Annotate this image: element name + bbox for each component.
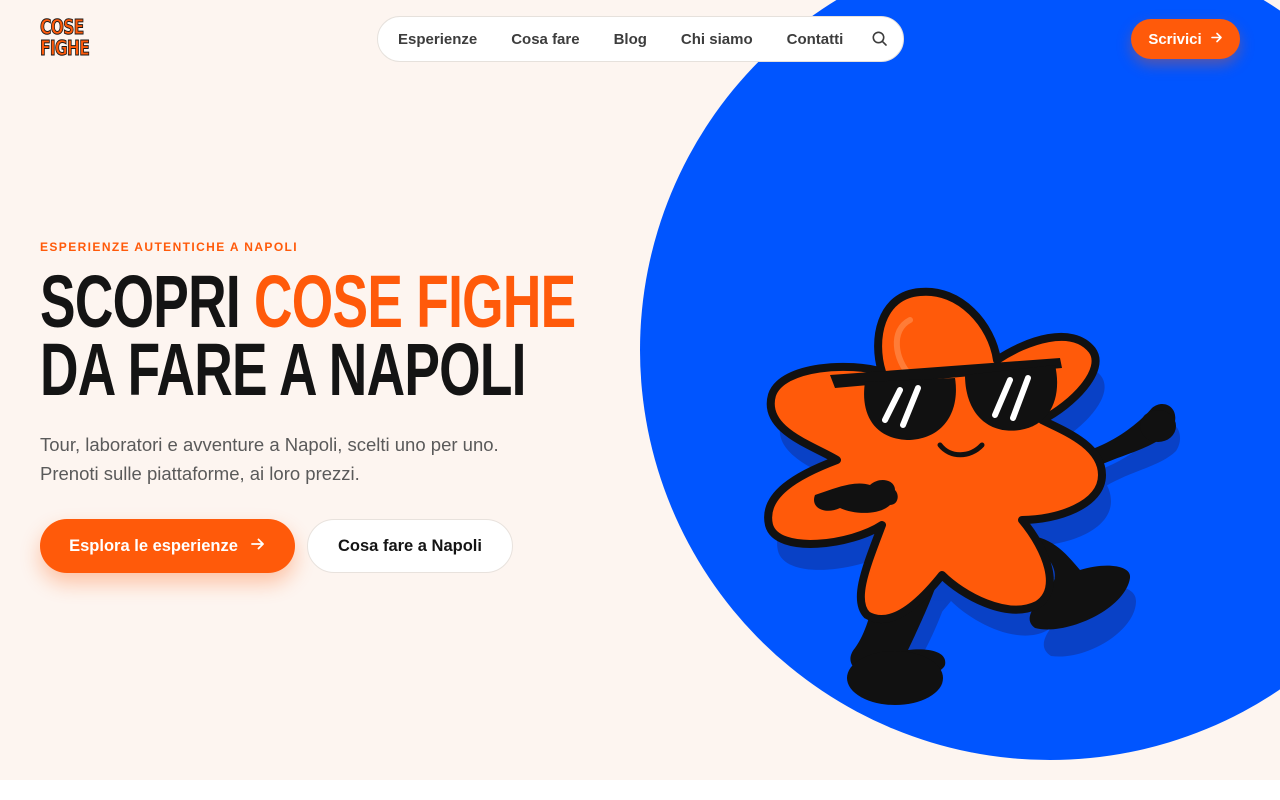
main-nav: Esperienze Cosa fare Blog Chi siamo Cont…: [377, 16, 904, 62]
arrow-right-icon: [250, 536, 266, 557]
explore-experiences-label: Esplora le esperienze: [69, 536, 238, 555]
nav-link-contatti[interactable]: Contatti: [787, 31, 844, 48]
logo-line-1: COSE: [40, 15, 85, 39]
search-icon[interactable]: [871, 30, 889, 48]
nav-link-chi-siamo[interactable]: Chi siamo: [681, 31, 753, 48]
hero-section: COSE FIGHE Esperienze Cosa fare Blog Chi…: [0, 0, 1280, 780]
arrow-right-icon: [1210, 31, 1223, 48]
write-us-label: Scrivici: [1148, 30, 1202, 48]
hero-title: SCOPRI COSE FIGHE DA FARE A NAPOLI: [40, 265, 576, 407]
brand-logo[interactable]: COSE FIGHE: [40, 15, 91, 61]
nav-link-esperienze[interactable]: Esperienze: [398, 31, 477, 48]
things-to-do-label: Cosa fare a Napoli: [338, 536, 482, 555]
hero-subtitle: Tour, laboratori e avventure a Napoli, s…: [40, 434, 499, 484]
nav-link-blog[interactable]: Blog: [614, 31, 647, 48]
nav-link-cosa-fare[interactable]: Cosa fare: [511, 31, 579, 48]
hero-eyebrow: ESPERIENZE AUTENTICHE A NAPOLI: [40, 240, 299, 254]
logo-line-2: FIGHE: [40, 36, 91, 60]
explore-experiences-button[interactable]: Esplora le esperienze: [40, 519, 295, 573]
star-mascot-illustration: [760, 280, 1190, 730]
write-us-button[interactable]: Scrivici: [1131, 19, 1240, 59]
things-to-do-button[interactable]: Cosa fare a Napoli: [307, 519, 513, 573]
hero-title-line2: DA FARE A NAPOLI: [40, 328, 526, 411]
